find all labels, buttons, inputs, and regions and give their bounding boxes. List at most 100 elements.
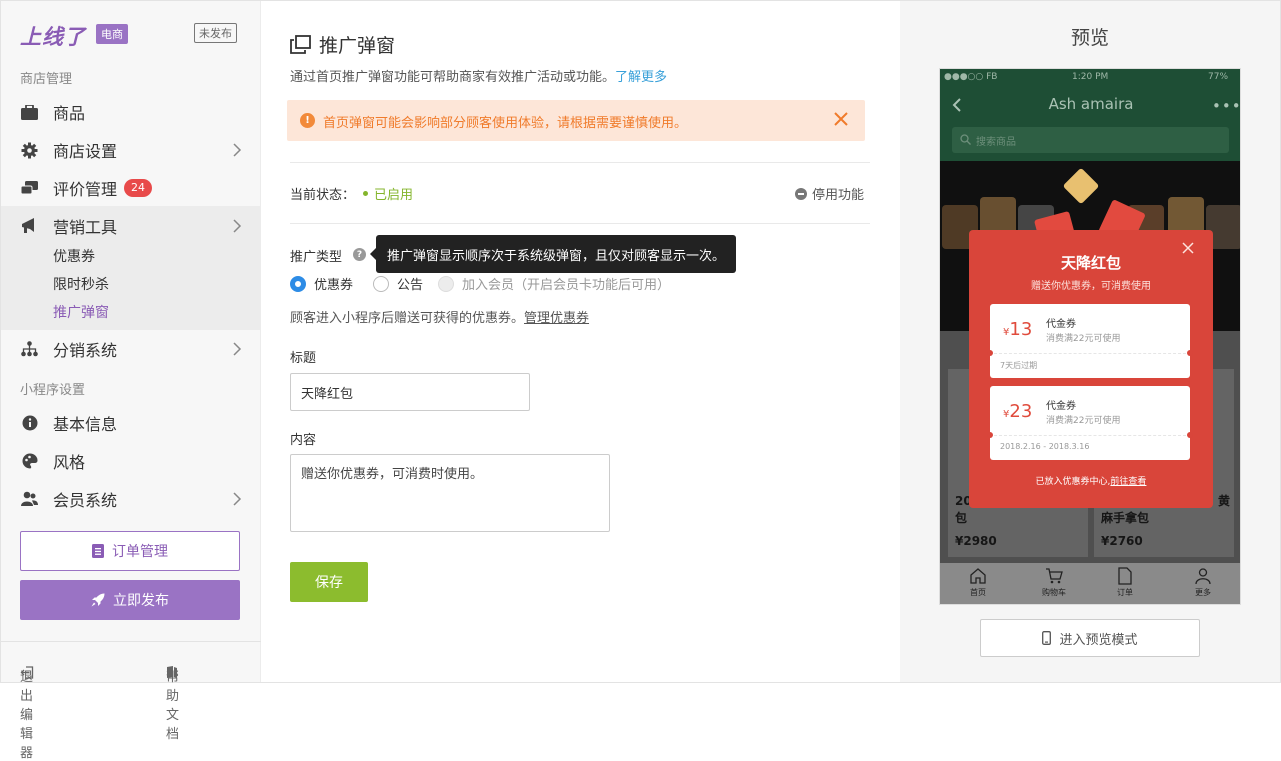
coupon-divider [994, 353, 1186, 354]
sidebar-item-label: 基本信息 [53, 415, 118, 434]
phone-statusbar: ●●●○○ FB 1:20 PM 77% [940, 69, 1240, 87]
sidebar-item-membership[interactable]: 会员系统 [1, 482, 261, 516]
sidebar: 上线了 电商 未发布 商店管理 商品 商店设置 评价管理 24 营销工具 优惠券… [1, 1, 261, 761]
coupon-card: ¥23 代金券 消费满22元可使用 2018.2.16 - 2018.3.16 [987, 386, 1193, 460]
phone-topbar: Ash amaira ••• [940, 87, 1241, 123]
sidebar-subitem-coupons[interactable]: 优惠券 [53, 246, 95, 266]
exit-editor-label: 退出编辑器 [20, 670, 34, 761]
order-management-button[interactable]: 订单管理 [20, 531, 240, 571]
popup-footer-text: 已放入优惠券中心, [1035, 477, 1111, 487]
close-icon[interactable] [833, 111, 849, 127]
sidebar-item-store-settings[interactable]: 商店设置 [1, 133, 261, 167]
sidebar-item-reviews[interactable]: 评价管理 24 [1, 171, 261, 205]
popup-title: 天降红包 [1060, 254, 1121, 272]
preview-panel: 预览 ●●●○○ FB 1:20 PM 77% Ash amaira ••• 搜… [900, 1, 1280, 682]
sidebar-item-products[interactable]: 商品 [1, 95, 261, 129]
publish-now-button[interactable]: 立即发布 [20, 580, 240, 620]
time-text: 1:20 PM [1072, 72, 1109, 82]
page-title: 推广弹窗 [290, 31, 395, 58]
logo: 上线了 [20, 25, 86, 49]
chevron-right-icon [230, 141, 244, 159]
more-dots-icon: ••• [1212, 97, 1241, 115]
home-icon [969, 567, 987, 585]
radio-join-member: 加入会员（开启会员卡功能后可用） [438, 274, 670, 293]
document-icon [92, 544, 104, 558]
rocket-icon [91, 593, 105, 607]
radio-circle [290, 275, 306, 292]
disable-feature-label: 停用功能 [812, 188, 865, 203]
radio-announcement[interactable]: 公告 [373, 274, 423, 293]
users-icon [21, 491, 38, 507]
sidebar-item-basic-info[interactable]: 基本信息 [1, 406, 261, 440]
radio-label: 加入会员（开启会员卡功能后可用） [462, 278, 671, 293]
section-store-label: 商店管理 [20, 72, 73, 87]
sidebar-item-style[interactable]: 风格 [1, 444, 261, 478]
sidebar-subitem-flash-sale[interactable]: 限时秒杀 [53, 274, 109, 294]
enter-preview-button[interactable]: 进入预览模式 [980, 619, 1200, 657]
chevron-right-icon [230, 340, 244, 358]
help-docs-label: 帮助文档 [166, 670, 180, 742]
coupon-divider [994, 435, 1186, 436]
comment-icon [21, 180, 38, 196]
sidebar-item-label: 营销工具 [53, 218, 118, 237]
status-dot [363, 191, 368, 196]
sidebar-item-label: 风格 [53, 453, 86, 472]
coupon-hint: 顾客进入小程序后赠送可获得的优惠券。管理优惠券 [290, 307, 589, 326]
disable-feature-button[interactable]: 停用功能 [795, 184, 864, 203]
preview-title: 预览 [1070, 27, 1109, 49]
sidebar-item-label: 分销系统 [53, 341, 118, 360]
radio-coupon[interactable]: 优惠券 [290, 274, 353, 293]
radio-label: 优惠券 [314, 278, 354, 293]
unpublished-badge: 未发布 [194, 23, 237, 43]
warning-icon: ! [300, 113, 315, 128]
phone-icon [1042, 631, 1052, 645]
popup-subtitle: 赠送你优惠券，可消费使用 [1031, 281, 1151, 292]
sidebar-footer: 退出编辑器 帮助文档 [1, 641, 261, 761]
sidebar-item-distribution[interactable]: 分销系统 [1, 332, 261, 366]
title-input[interactable]: 天降红包 [290, 373, 530, 411]
warning-text: 首页弹窗可能会影响部分顾客使用体验，请根据需要谨慎使用。 [323, 116, 688, 131]
coupon-condition: 消费满22元可使用 [1046, 416, 1121, 426]
content-textarea[interactable]: 赠送你优惠券，可消费时使用。 [290, 454, 610, 532]
coupon-name: 代金券 [1046, 401, 1076, 412]
tab-home: 首页 [953, 567, 1003, 598]
learn-more-link[interactable]: 了解更多 [615, 70, 667, 85]
popup-footer: 已放入优惠券中心,前往查看 [969, 474, 1213, 487]
sidebar-subitem-promo-popup[interactable]: 推广弹窗 [53, 302, 109, 322]
view-coupons-link: 前往查看 [1110, 477, 1147, 487]
coupon-card: ¥13 代金券 消费满22元可使用 7天后过期 [987, 304, 1193, 378]
review-count-badge: 24 [124, 179, 152, 197]
search-placeholder: 搜索商品 [976, 136, 1016, 148]
coupon-amount: ¥13 [1003, 319, 1033, 340]
hierarchy-icon [21, 341, 38, 357]
sidebar-item-label: 商品 [53, 104, 86, 123]
sidebar-item-label: 商店设置 [53, 142, 118, 161]
sidebar-item-marketing[interactable]: 营销工具 [1, 209, 261, 243]
coupon-notch [987, 432, 993, 438]
manage-coupons-link[interactable]: 管理优惠券 [524, 311, 589, 326]
phone-preview: ●●●○○ FB 1:20 PM 77% Ash amaira ••• 搜索商品… [939, 68, 1241, 605]
tooltip: 推广弹窗显示顺序次于系统级弹窗，且仅对顾客显示一次。 [369, 235, 737, 273]
phone-search-row: 搜索商品 [940, 123, 1240, 161]
warning-alert: ! 首页弹窗可能会影响部分顾客使用体验，请根据需要谨慎使用。 [287, 100, 865, 141]
coupon-popup: 天降红包 赠送你优惠券，可消费使用 ¥13 代金券 消费满22元可使用 7天后过… [969, 230, 1213, 508]
page-title-text: 推广弹窗 [319, 35, 396, 57]
radio-circle [373, 275, 389, 292]
help-icon[interactable]: ? [353, 248, 366, 261]
coupon-amount: ¥23 [1003, 401, 1033, 422]
battery-text: 77% [1208, 72, 1229, 82]
popup-window-icon [290, 35, 311, 54]
save-button[interactable]: 保存 [290, 562, 368, 602]
coupon-hint-text: 顾客进入小程序后赠送可获得的优惠券。 [290, 311, 525, 326]
briefcase-icon [21, 104, 38, 120]
coupon-name: 代金券 [1046, 319, 1076, 330]
minus-circle-icon [795, 187, 807, 200]
tab-cart: 购物车 [1029, 567, 1079, 598]
store-name: Ash amaira [1048, 95, 1134, 113]
cart-icon [1045, 567, 1063, 585]
tab-more: 更多 [1178, 567, 1228, 598]
coupon-date: 2018.2.16 - 2018.3.16 [1000, 442, 1090, 451]
gear-icon [21, 142, 38, 158]
order-management-label: 订单管理 [112, 544, 168, 560]
publish-now-label: 立即发布 [113, 593, 169, 609]
